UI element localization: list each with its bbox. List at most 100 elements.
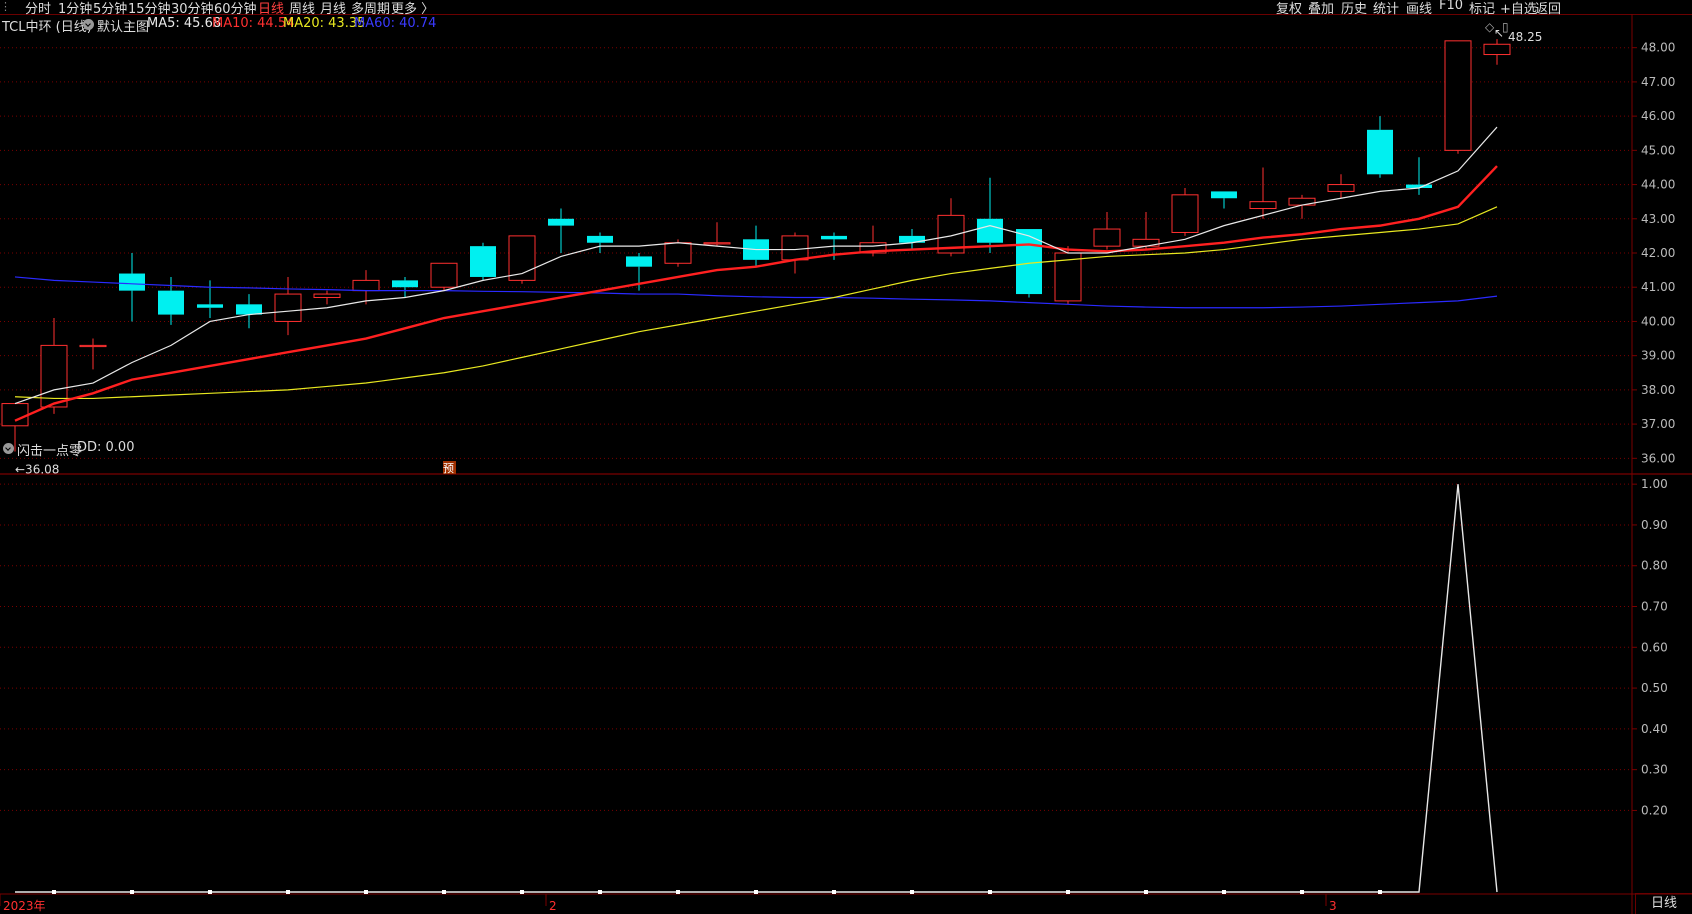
candle xyxy=(470,242,496,281)
candle xyxy=(40,318,68,414)
dd-point xyxy=(910,890,914,894)
dd-point xyxy=(364,890,368,894)
dd-point xyxy=(520,890,524,894)
candle-body xyxy=(274,293,302,322)
main-tick-label: 41.00 xyxy=(1641,280,1675,294)
dd-point xyxy=(1378,890,1382,894)
candle-body xyxy=(1,403,29,427)
dd-point xyxy=(1144,890,1148,894)
dd-point xyxy=(988,890,992,894)
dd-point xyxy=(52,890,56,894)
dd-point xyxy=(1300,890,1304,894)
candle-body xyxy=(79,344,107,348)
sub-tick-label: 0.80 xyxy=(1641,559,1668,573)
dd-point xyxy=(1066,890,1070,894)
sub-tick-label: 0.40 xyxy=(1641,722,1668,736)
candle xyxy=(743,225,769,267)
candle xyxy=(236,294,262,329)
candle xyxy=(781,232,809,274)
candle xyxy=(587,232,613,253)
candle xyxy=(274,276,302,336)
dd-point xyxy=(832,890,836,894)
candle xyxy=(79,338,107,370)
x-tick-label: 2023年 xyxy=(3,899,46,913)
candle-body xyxy=(430,262,458,288)
candle xyxy=(548,208,574,253)
main-tick-label: 40.00 xyxy=(1641,314,1675,328)
candle-body xyxy=(392,280,418,288)
candle-body xyxy=(1483,43,1511,56)
candle xyxy=(430,262,458,291)
high-arrow: ↖ xyxy=(1494,26,1504,40)
sub-tick-label: 0.90 xyxy=(1641,518,1668,532)
period-label[interactable]: 日线 xyxy=(1635,893,1692,914)
main-tick-label: 36.00 xyxy=(1641,451,1675,465)
x-tick-label: 2 xyxy=(549,899,557,913)
dd-point xyxy=(754,890,758,894)
main-tick-label: 45.00 xyxy=(1641,143,1675,157)
candle-body xyxy=(1444,40,1472,151)
sub-tick-label: 0.30 xyxy=(1641,763,1668,777)
dd-point xyxy=(208,890,212,894)
dd-point xyxy=(442,890,446,894)
sub-tick-label: 0.60 xyxy=(1641,640,1668,654)
candle-body xyxy=(119,273,145,291)
main-tick-label: 42.00 xyxy=(1641,246,1675,260)
main-tick-label: 37.00 xyxy=(1641,417,1675,431)
high-price-label: 48.25 xyxy=(1508,30,1542,44)
candle xyxy=(119,253,145,322)
main-tick-label: 39.00 xyxy=(1641,349,1675,363)
candle xyxy=(1444,40,1472,154)
candle xyxy=(1211,191,1237,209)
candle xyxy=(1132,211,1160,250)
sub-tick-label: 1.00 xyxy=(1641,477,1668,491)
candle-body xyxy=(664,242,692,264)
main-tick-label: 47.00 xyxy=(1641,75,1675,89)
candle xyxy=(158,276,184,325)
candle-body xyxy=(236,304,262,315)
candle-body xyxy=(470,246,496,277)
ma60-line xyxy=(14,276,1498,309)
candle-body xyxy=(781,235,809,261)
candle-body xyxy=(1016,229,1042,295)
low-price-label: ←36.08 xyxy=(15,463,59,477)
candle xyxy=(1093,211,1121,250)
candle xyxy=(1,403,29,452)
dd-point xyxy=(676,890,680,894)
sub-tick-label: 0.70 xyxy=(1641,600,1668,614)
dd-point xyxy=(130,890,134,894)
dd-point xyxy=(1222,890,1226,894)
candle xyxy=(392,276,418,298)
candle-body xyxy=(1093,228,1121,247)
main-tick-label: 44.00 xyxy=(1641,178,1675,192)
candle-body xyxy=(197,304,223,308)
candle xyxy=(313,290,341,305)
candle xyxy=(977,177,1003,253)
candle-body xyxy=(1171,194,1199,233)
candle-body xyxy=(626,256,652,267)
main-tick-label: 48.00 xyxy=(1641,41,1675,55)
candle xyxy=(1483,39,1511,65)
x-tick-label: 3 xyxy=(1329,899,1337,913)
candle-body xyxy=(352,279,380,292)
candle xyxy=(1327,174,1355,199)
dd-point xyxy=(286,890,290,894)
candle xyxy=(1249,167,1277,219)
candle xyxy=(1288,194,1316,219)
candle-body xyxy=(548,218,574,226)
sub-tick-label: 0.20 xyxy=(1641,803,1668,817)
forecast-marker-text: 预 xyxy=(443,462,454,475)
main-tick-label: 38.00 xyxy=(1641,383,1675,397)
sub-tick-label: 0.50 xyxy=(1641,681,1668,695)
kline-chart[interactable]: ↖ 48.25 ←36.08 预 48.00 47.00 46.00 45.00 44.00 4… xyxy=(0,0,1692,914)
candle-body xyxy=(1249,201,1277,210)
candle-body xyxy=(313,293,341,298)
main-tick-label: 46.00 xyxy=(1641,109,1675,123)
main-tick-label: 43.00 xyxy=(1641,212,1675,226)
dd-point xyxy=(598,890,602,894)
candle-body xyxy=(821,235,847,240)
candle-body xyxy=(158,290,184,315)
candle xyxy=(352,270,380,305)
candle-body xyxy=(1327,184,1355,192)
candle-body xyxy=(587,235,613,243)
